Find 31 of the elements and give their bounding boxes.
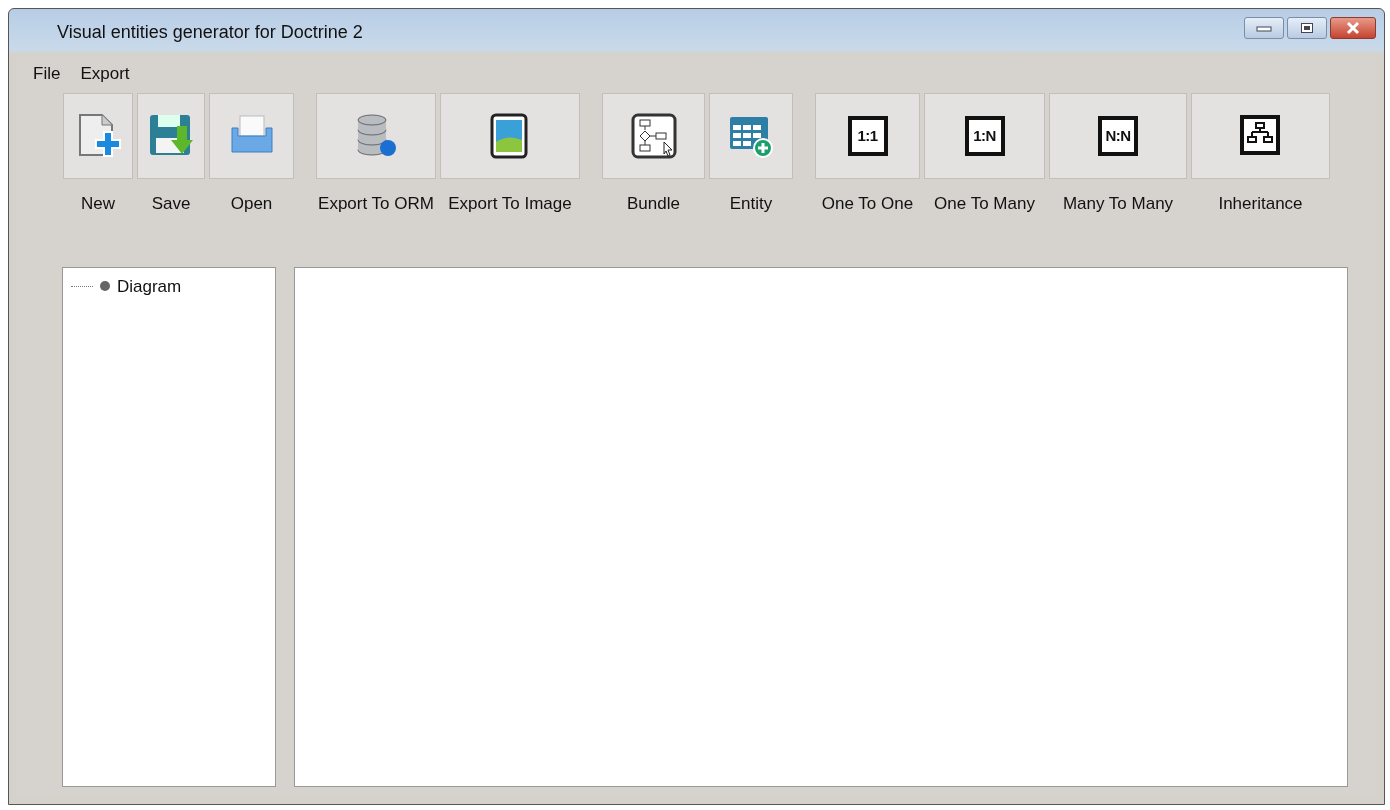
relation-icon: N:N xyxy=(1098,116,1138,156)
toolbar-label: One To One xyxy=(821,193,914,215)
toolbar-label: One To Many xyxy=(934,193,1035,215)
toolbar-label: Export To Image xyxy=(448,193,572,215)
tree-item[interactable]: Diagram xyxy=(117,273,182,299)
menu-item[interactable]: Export xyxy=(80,61,130,85)
node-icon xyxy=(99,280,111,293)
window-title: Visual entities generator for Doctrine 2 xyxy=(57,20,363,44)
toolbar-label: New xyxy=(81,193,115,215)
toolbar-button[interactable] xyxy=(1191,93,1330,179)
minimize-icon xyxy=(1256,24,1272,32)
relation-icon: 1:N xyxy=(964,116,1005,156)
toolbar-label: Bundle xyxy=(627,193,680,215)
toolbar-label: Entity xyxy=(729,193,773,215)
toolbar-button[interactable]: 1:1 xyxy=(815,93,920,179)
close-icon xyxy=(1345,21,1361,35)
toolbar-button[interactable]: 1:N xyxy=(924,93,1045,179)
close-button[interactable] xyxy=(1330,17,1376,39)
flowchart-icon xyxy=(629,112,678,160)
toolbar-button[interactable]: N:N xyxy=(1049,93,1187,179)
toolbar-button[interactable] xyxy=(602,93,705,179)
toolbar-label: Many To Many xyxy=(1062,193,1174,215)
maximize-icon xyxy=(1300,22,1314,34)
toolbar-label: Save xyxy=(151,193,191,215)
relation-icon: 1:1 xyxy=(847,116,888,156)
menu-item[interactable]: File xyxy=(33,61,61,85)
toolbar-label: Open xyxy=(230,193,273,215)
maximize-button[interactable] xyxy=(1287,17,1327,39)
toolbar-label: Inheritance xyxy=(1218,193,1303,215)
toolbar-button[interactable] xyxy=(440,93,580,179)
toolbar-label: Export To ORM xyxy=(318,193,434,215)
